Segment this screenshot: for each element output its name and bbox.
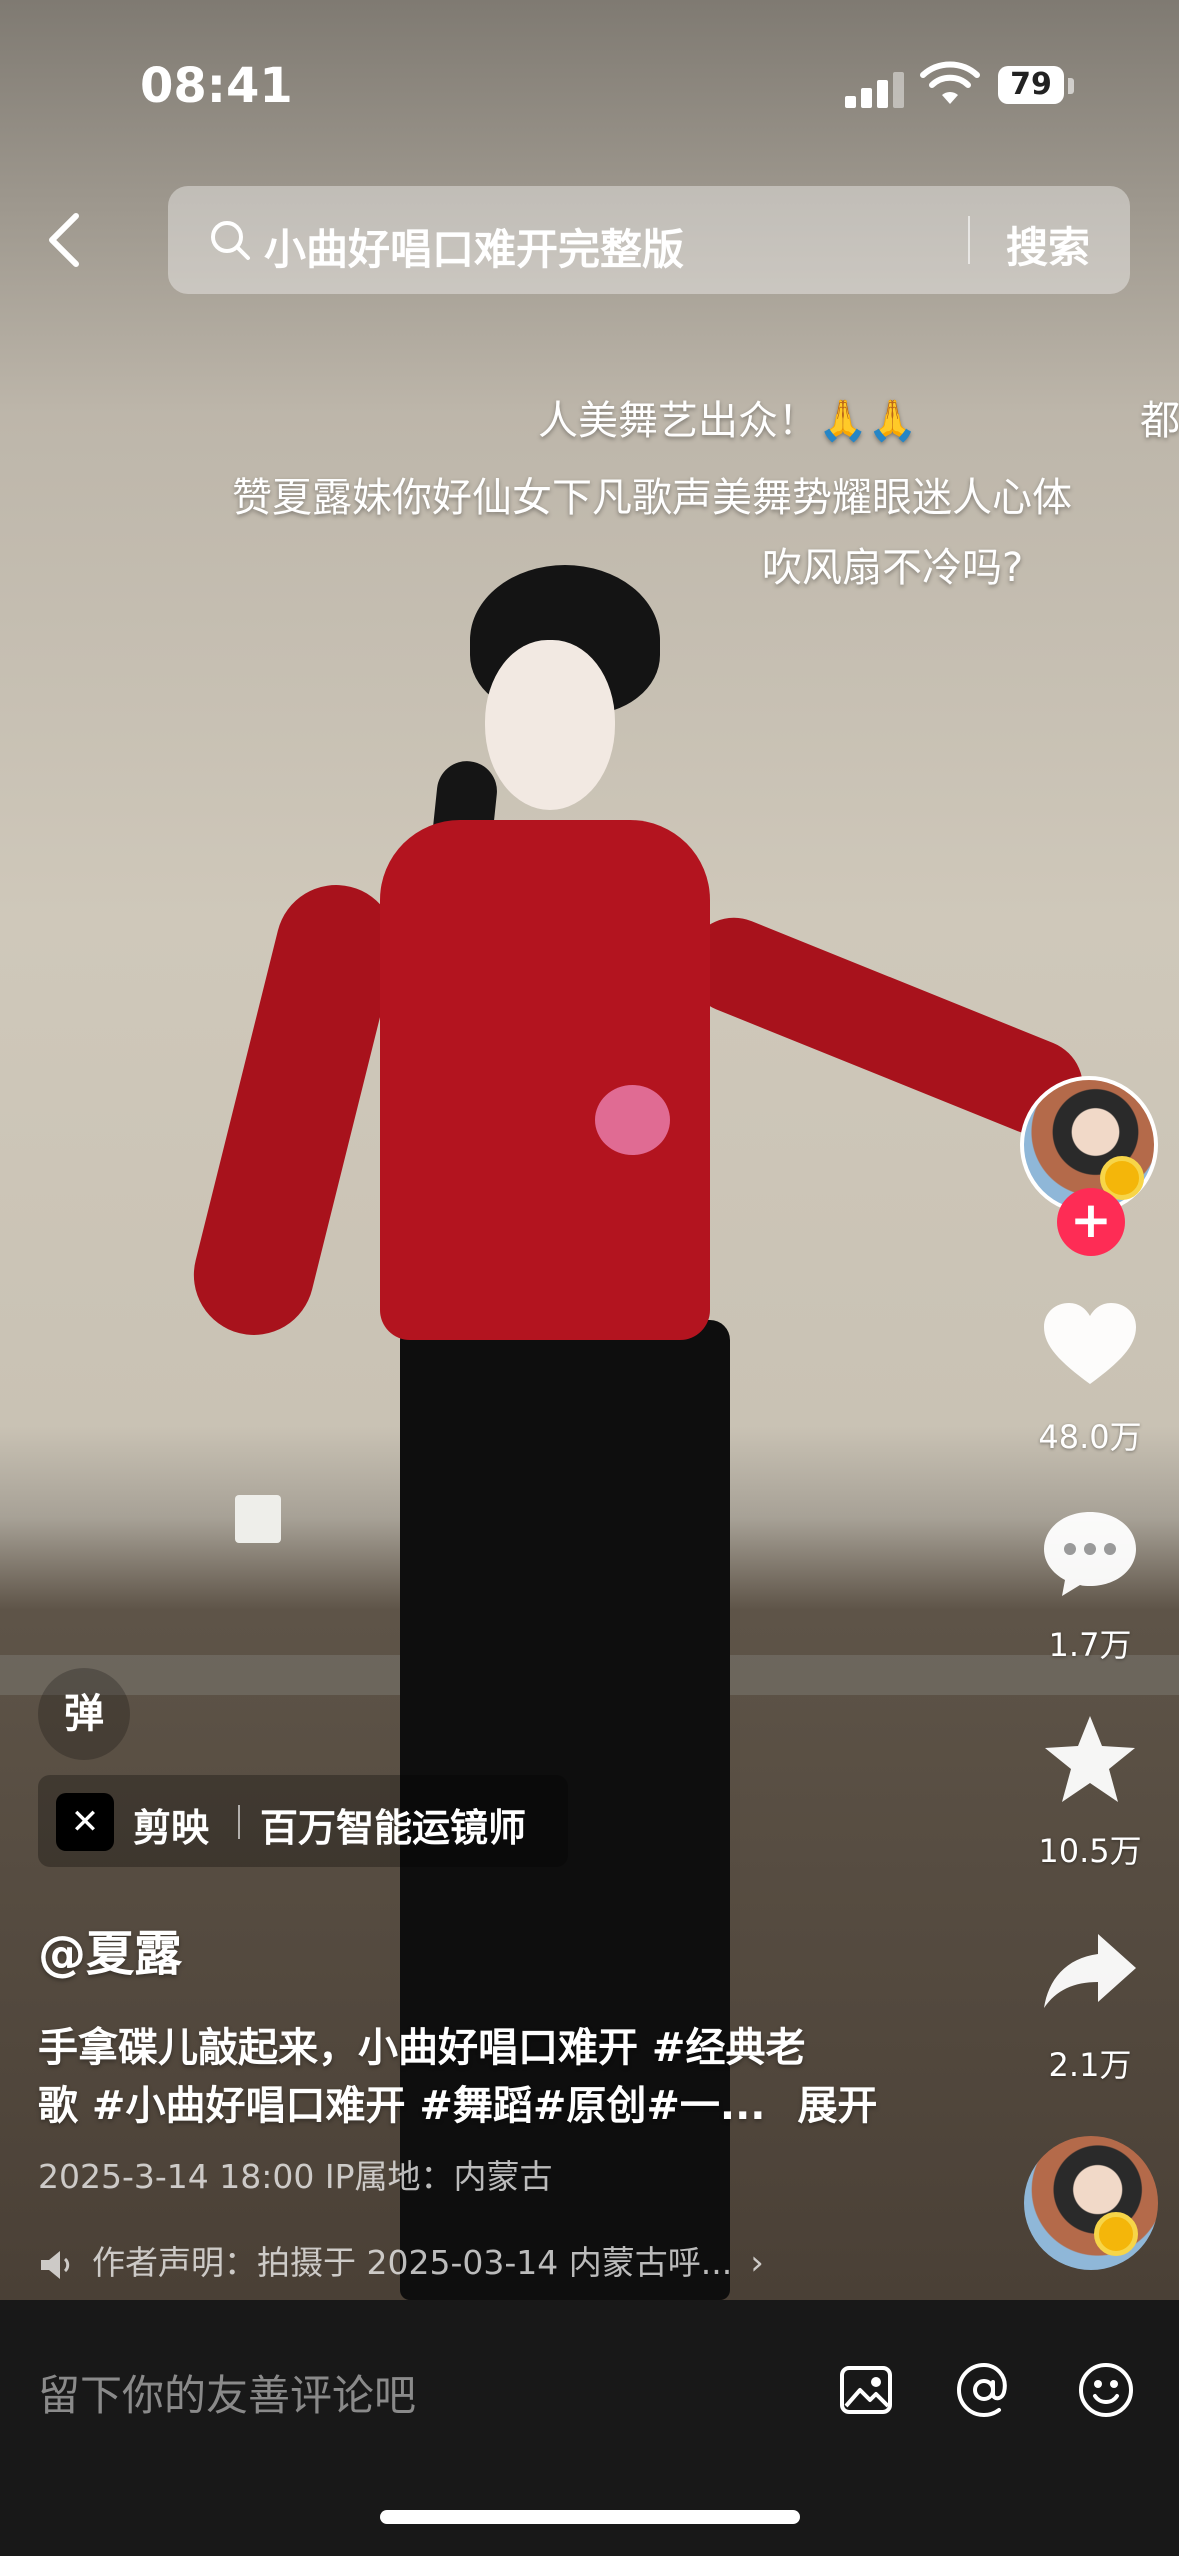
capcut-logo-icon: ✕ bbox=[56, 1793, 114, 1851]
capcut-anchor-chip[interactable]: ✕ 剪映 百万智能运镜师 bbox=[38, 1775, 568, 1867]
dancer-face bbox=[485, 640, 615, 810]
back-arrow-icon[interactable] bbox=[42, 210, 92, 270]
like-heart-icon[interactable] bbox=[1040, 1300, 1140, 1390]
caption-line-2[interactable]: 歌 #小曲好唱口难开 #舞蹈#原创#一... 展开 bbox=[38, 2073, 877, 2131]
wall-outlet bbox=[235, 1495, 281, 1543]
danmu-toggle-button[interactable]: 弹 bbox=[38, 1668, 130, 1760]
expand-button[interactable]: 展开 bbox=[797, 2083, 877, 2129]
share-count: 2.1万 bbox=[1048, 2046, 1132, 2084]
cellular-signal-icon bbox=[845, 68, 907, 108]
battery-icon: 79 bbox=[998, 66, 1064, 104]
danmaku-comment: 吹风扇不冷吗? bbox=[762, 545, 1024, 591]
sunflower-icon bbox=[1094, 2212, 1138, 2256]
search-bar[interactable]: 小曲好唱口难开完整版 搜索 bbox=[168, 186, 1130, 294]
wifi-icon bbox=[920, 61, 980, 104]
like-count: 48.0万 bbox=[1038, 1418, 1142, 1456]
danmaku-comment: 人美舞艺出众！🙏🙏 bbox=[538, 398, 918, 444]
follow-plus-button[interactable]: + bbox=[1057, 1188, 1125, 1256]
search-icon bbox=[211, 221, 250, 260]
emoji-icon[interactable] bbox=[1076, 2360, 1136, 2420]
caption-line[interactable]: 手拿碟儿敲起来，小曲好唱口难开 #经典老 bbox=[38, 2015, 805, 2073]
image-icon[interactable] bbox=[836, 2360, 896, 2420]
caption-text[interactable]: 歌 #小曲好唱口难开 #舞蹈#原创#一... bbox=[38, 2083, 766, 2129]
comment-count: 1.7万 bbox=[1048, 1626, 1132, 1664]
mention-at-icon[interactable] bbox=[954, 2360, 1014, 2420]
status-time: 08:41 bbox=[140, 58, 293, 114]
comment-bar: 留下你的友善评论吧 bbox=[0, 2300, 1179, 2556]
chevron-right-icon: › bbox=[750, 2243, 764, 2283]
post-meta: 2025-3-14 18:00 IP属地：内蒙古 bbox=[38, 2157, 553, 2196]
capcut-desc: 百万智能运镜师 bbox=[260, 1806, 527, 1850]
author-declaration[interactable]: 作者声明：拍摄于 2025-03-14 内蒙古呼... › bbox=[38, 2236, 764, 2284]
dancer-red-top bbox=[380, 820, 710, 1340]
dancer-left-arm bbox=[181, 872, 409, 1348]
capcut-divider bbox=[238, 1805, 240, 1839]
search-query[interactable]: 小曲好唱口难开完整版 bbox=[264, 216, 684, 277]
search-divider bbox=[968, 216, 970, 264]
comment-input[interactable]: 留下你的友善评论吧 bbox=[38, 2362, 416, 2423]
search-button[interactable]: 搜索 bbox=[1006, 214, 1090, 275]
favorite-count: 10.5万 bbox=[1038, 1832, 1142, 1870]
music-disc-avatar[interactable] bbox=[1024, 2136, 1158, 2270]
danmaku-comment: 赞夏露妹你好仙女下凡歌声美舞势耀眼迷人心体 bbox=[232, 475, 1072, 521]
author-name[interactable]: @夏露 bbox=[38, 1914, 182, 1984]
home-indicator bbox=[380, 2510, 800, 2524]
capcut-name: 剪映 bbox=[133, 1806, 210, 1850]
speaker-icon bbox=[41, 2250, 70, 2279]
battery-tip bbox=[1068, 78, 1074, 94]
declaration-text: 作者声明：拍摄于 2025-03-14 内蒙古呼... bbox=[92, 2243, 733, 2282]
comment-bubble-icon[interactable] bbox=[1040, 1508, 1140, 1598]
flower-embroidery bbox=[595, 1085, 670, 1155]
danmaku-comment: 都 bbox=[1140, 398, 1179, 444]
favorite-star-icon[interactable] bbox=[1040, 1714, 1140, 1804]
share-arrow-icon[interactable] bbox=[1040, 1928, 1140, 2018]
